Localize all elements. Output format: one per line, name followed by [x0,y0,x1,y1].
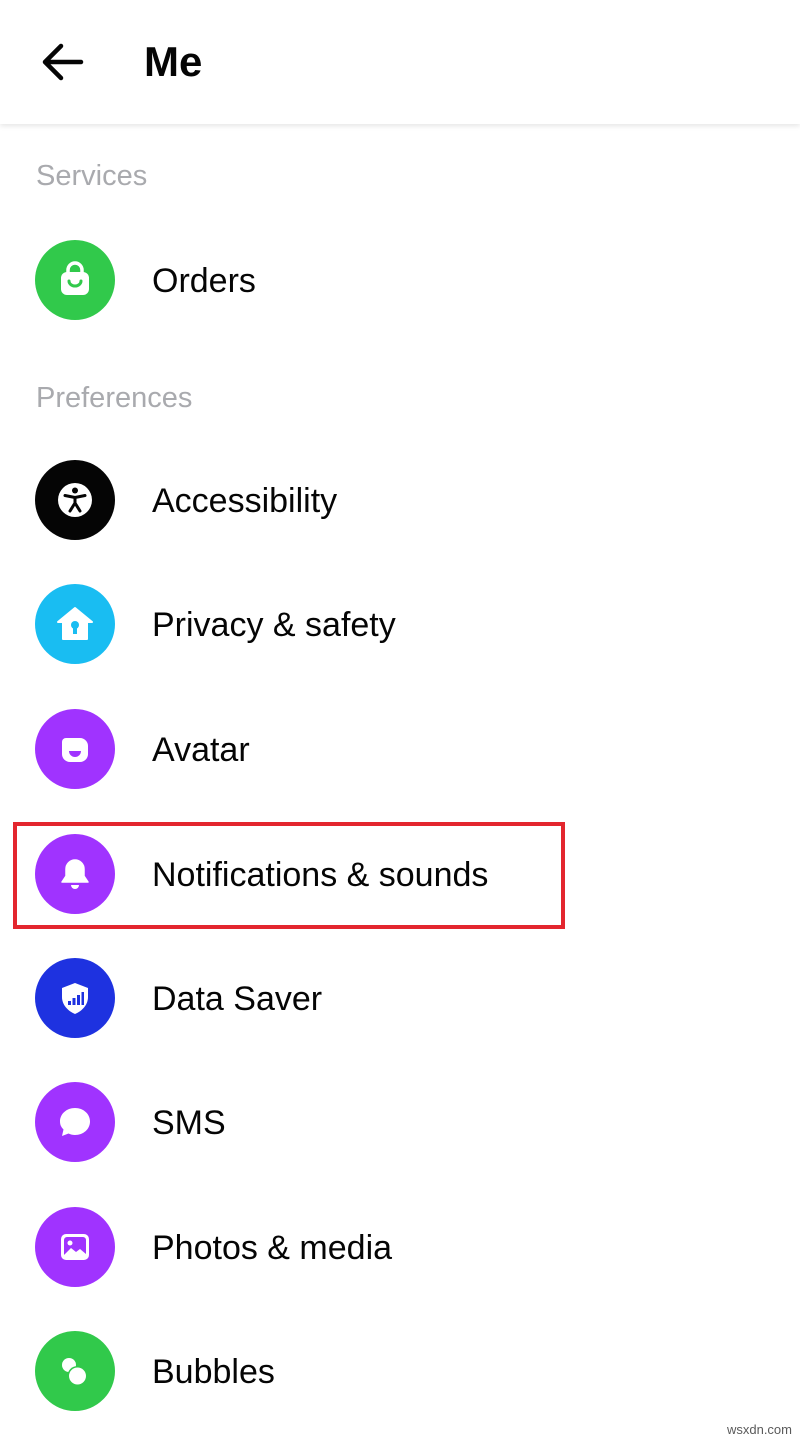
menu-item-label: Privacy & safety [152,606,396,644]
section-header-preferences: Preferences [36,382,193,414]
accessibility-person-icon [35,460,115,540]
menu-item-label: Accessibility [152,482,338,520]
image-icon [35,1207,115,1287]
menu-item-orders[interactable]: Orders [0,225,800,335]
menu-item-privacy-safety[interactable]: Privacy & safety [0,569,800,679]
menu-item-label: Notifications & sounds [152,856,489,894]
back-button[interactable] [30,30,94,94]
menu-item-avatar[interactable]: Avatar [0,694,800,804]
page-title: Me [144,38,203,85]
bubbles-icon [35,1331,115,1411]
chat-bubble-icon [35,1082,115,1162]
watermark: wsxdn.com [726,1422,792,1437]
menu-item-label: SMS [152,1104,226,1142]
shield-signal-icon [35,958,115,1038]
shopping-bag-icon [35,240,115,320]
bell-icon [35,834,115,914]
menu-item-sms[interactable]: SMS [0,1067,800,1177]
menu-item-label: Photos & media [152,1229,393,1267]
menu-item-data-saver[interactable]: Data Saver [0,943,800,1053]
app-header: Me [0,0,800,124]
section-header-services: Services [36,160,148,192]
menu-item-label: Avatar [152,731,250,769]
menu-item-accessibility[interactable]: Accessibility [0,445,800,555]
menu-item-label: Data Saver [152,980,323,1018]
avatar-face-icon [35,709,115,789]
menu-item-label: Bubbles [152,1353,275,1391]
menu-item-photos-media[interactable]: Photos & media [0,1192,800,1302]
menu-item-label: Orders [152,262,256,300]
home-keyhole-icon [35,584,115,664]
menu-item-bubbles[interactable]: Bubbles [0,1316,800,1426]
menu-item-notifications-sounds[interactable]: Notifications & sounds [0,819,800,929]
arrow-left-icon [42,43,84,81]
